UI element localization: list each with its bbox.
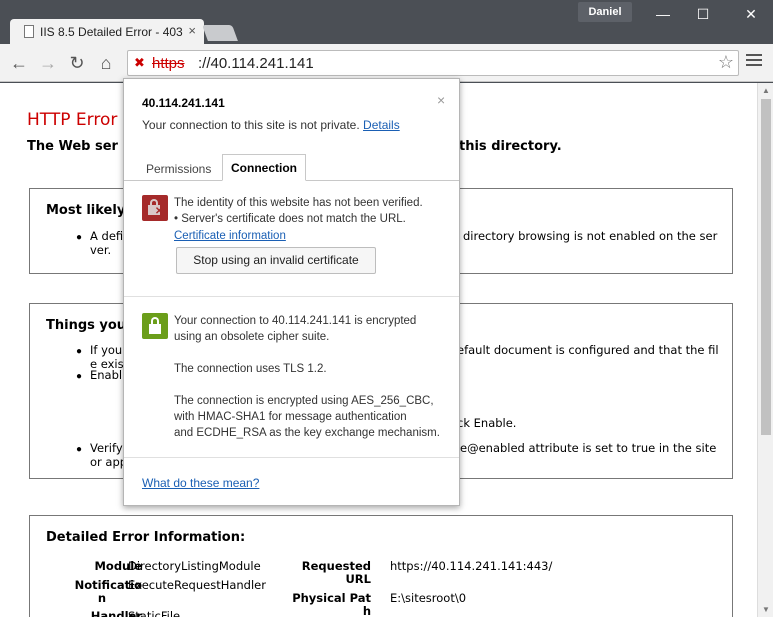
back-icon[interactable]: ← bbox=[8, 52, 30, 74]
cause-text-left: A defi bbox=[90, 229, 124, 243]
tab-close-icon[interactable]: × bbox=[188, 23, 196, 38]
bullet: ● bbox=[76, 444, 83, 455]
not-private-label: Your connection to this site is not priv… bbox=[142, 118, 360, 132]
cipher-text-3: and ECDHE_RSA as the key exchange mechan… bbox=[174, 427, 440, 439]
broken-lock-icon: ✕ bbox=[142, 195, 168, 221]
try-1-right: efault document is configured and that t… bbox=[457, 343, 719, 357]
new-tab-button[interactable] bbox=[202, 25, 238, 41]
page-title: HTTP Error bbox=[27, 110, 118, 130]
certificate-info-link[interactable]: Certificate information bbox=[174, 230, 286, 242]
bookmark-star-icon[interactable]: ☆ bbox=[718, 52, 734, 73]
reload-icon[interactable]: ↻ bbox=[66, 52, 88, 74]
things-heading: Things you bbox=[46, 318, 127, 333]
try-3-left: Verify bbox=[90, 441, 123, 455]
notification-label-cont: n bbox=[97, 591, 106, 605]
detailed-error-box: Detailed Error Information: Module Direc… bbox=[29, 515, 733, 617]
home-icon[interactable]: ⌂ bbox=[95, 52, 117, 74]
requested-url-value: https://40.114.241.141:443/ bbox=[390, 559, 553, 573]
error-summary-left: The Web ser bbox=[27, 139, 118, 154]
site-info-popup: 40.114.241.141 × Your connection to this… bbox=[123, 78, 460, 506]
try-3-right: e@enabled attribute is set to true in th… bbox=[460, 441, 717, 455]
bullet: ● bbox=[76, 371, 83, 382]
try-2-left: Enabl bbox=[90, 368, 123, 382]
broken-lock-icon[interactable]: ✖ bbox=[134, 56, 148, 70]
bullet: ● bbox=[76, 346, 83, 357]
lock-icon bbox=[142, 313, 168, 339]
popup-close-icon[interactable]: × bbox=[437, 92, 445, 108]
details-link[interactable]: Details bbox=[363, 118, 400, 132]
bullet: ● bbox=[76, 232, 83, 243]
requested-url-label: Requested bbox=[301, 559, 371, 573]
cipher-text-2: with HMAC-SHA1 for message authenticatio… bbox=[174, 411, 407, 423]
physical-path-value: E:\sitesroot\0 bbox=[390, 591, 467, 605]
stop-invalid-cert-button[interactable]: Stop using an invalid certificate bbox=[176, 247, 376, 274]
module-value: DirectoryListingModule bbox=[128, 559, 261, 573]
try-2-right: ck Enable. bbox=[457, 416, 517, 430]
address-bar[interactable]: ✖ https ://40.114.241.141 ☆ bbox=[127, 50, 739, 76]
tab-connection[interactable]: Connection bbox=[222, 154, 306, 181]
scroll-down-icon[interactable]: ▼ bbox=[762, 605, 770, 614]
error-summary-right: this directory. bbox=[459, 139, 562, 154]
page-scrollbar[interactable]: ▲ ▼ bbox=[757, 83, 773, 617]
minimize-button[interactable]: — bbox=[643, 0, 683, 28]
user-profile-button[interactable]: Daniel bbox=[578, 2, 632, 22]
tab-title: IIS 8.5 Detailed Error - 403 bbox=[40, 25, 183, 39]
menu-icon[interactable] bbox=[746, 54, 762, 70]
popup-host: 40.114.241.141 bbox=[142, 96, 225, 110]
identity-text: The identity of this website has not bee… bbox=[174, 197, 423, 209]
page-icon bbox=[24, 25, 34, 38]
not-private-text: Your connection to this site is not priv… bbox=[142, 118, 400, 132]
scroll-thumb[interactable] bbox=[761, 99, 771, 435]
requested-url-label-cont: URL bbox=[345, 572, 371, 586]
window-titlebar: IIS 8.5 Detailed Error - 403 × Daniel — … bbox=[0, 0, 773, 44]
detailed-error-heading: Detailed Error Information: bbox=[46, 530, 246, 545]
notification-value: ExecuteRequestHandler bbox=[128, 578, 266, 592]
cause-text-cont: ver. bbox=[90, 243, 112, 257]
section-divider bbox=[124, 457, 459, 458]
section-divider bbox=[124, 296, 459, 297]
try-1-left: If you bbox=[90, 343, 123, 357]
physical-path-label-cont: h bbox=[362, 604, 371, 617]
most-likely-heading: Most likely bbox=[46, 203, 126, 218]
browser-tab[interactable]: IIS 8.5 Detailed Error - 403 × bbox=[10, 19, 204, 44]
url-host: ://40.114.241.141 bbox=[198, 55, 314, 72]
handler-value: StaticFile bbox=[128, 609, 181, 617]
what-do-these-mean-link[interactable]: What do these mean? bbox=[142, 476, 259, 490]
browser-toolbar: ← → ↻ ⌂ ✖ https ://40.114.241.141 ☆ bbox=[0, 44, 773, 82]
encryption-text-2: using an obsolete cipher suite. bbox=[174, 331, 330, 343]
url-scheme: https bbox=[152, 55, 185, 72]
forward-icon[interactable]: → bbox=[37, 52, 59, 74]
cause-text-right: directory browsing is not enabled on the… bbox=[463, 229, 718, 243]
scroll-up-icon[interactable]: ▲ bbox=[762, 86, 770, 95]
close-window-button[interactable]: ✕ bbox=[731, 0, 771, 28]
cipher-text-1: The connection is encrypted using AES_25… bbox=[174, 395, 434, 407]
maximize-button[interactable]: ☐ bbox=[683, 0, 723, 28]
tls-text: The connection uses TLS 1.2. bbox=[174, 363, 327, 375]
identity-reason: • Server's certificate does not match th… bbox=[174, 213, 406, 225]
physical-path-label: Physical Pat bbox=[292, 591, 371, 605]
tab-permissions[interactable]: Permissions bbox=[146, 162, 211, 176]
encryption-text-1: Your connection to 40.114.241.141 is enc… bbox=[174, 315, 417, 327]
try-3-cont: or app bbox=[90, 455, 128, 469]
